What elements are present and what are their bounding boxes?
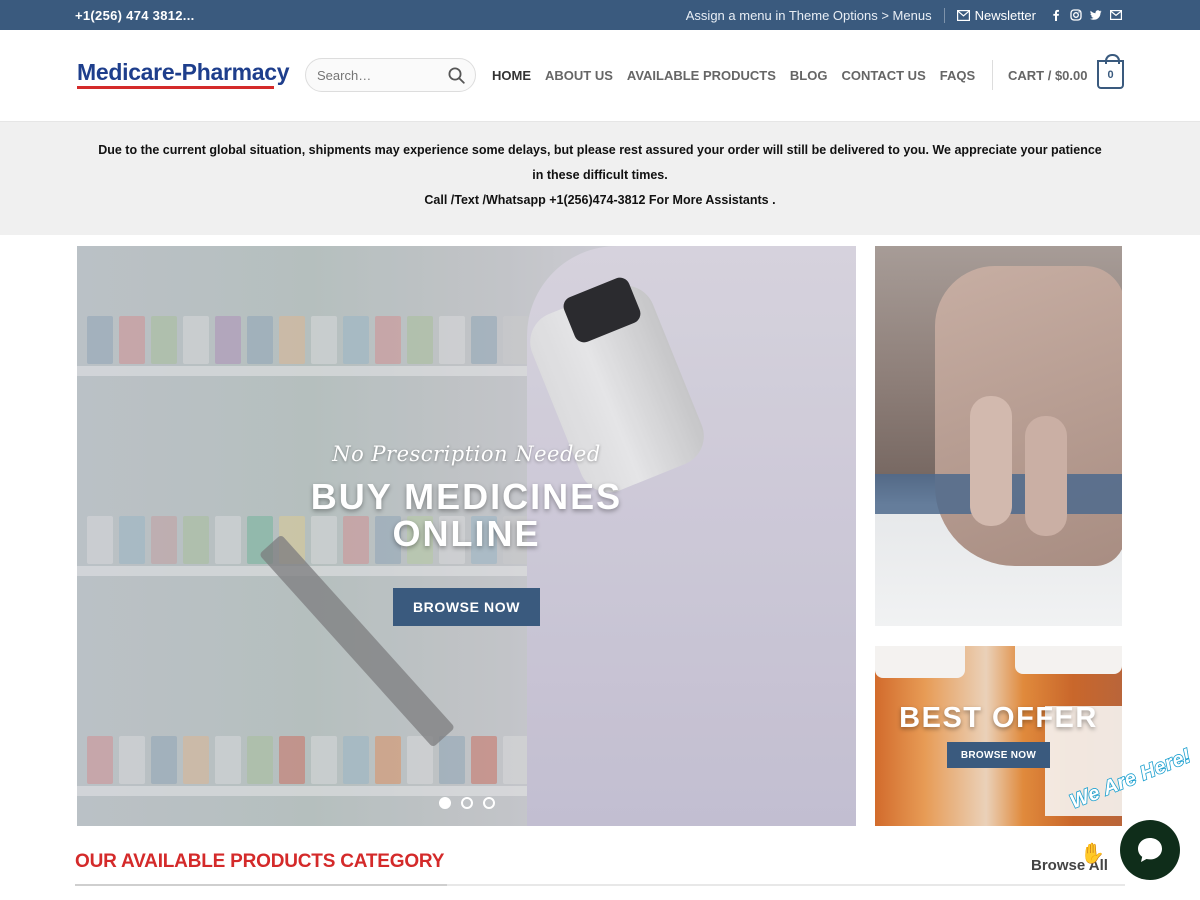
site-header: Medicare-Pharmacy HOME ABOUT US AVAILABL… (0, 30, 1200, 120)
slider-dots (439, 797, 495, 809)
banner-bottle-cap (1015, 646, 1122, 674)
banner-finger (970, 396, 1012, 526)
notice-contact: Call /Text /Whatsapp +1(256)474-3812 For… (424, 193, 776, 207)
slider-dot-2[interactable] (461, 797, 473, 809)
nav-faqs[interactable]: FAQS (940, 68, 975, 83)
twitter-icon[interactable] (1090, 9, 1102, 21)
hero-headline: BUY MEDICINES ONLINE (77, 478, 856, 552)
nav-divider (992, 60, 993, 90)
envelope-icon (956, 9, 970, 21)
search-icon[interactable] (448, 67, 465, 84)
banner-bottle-cap (875, 646, 965, 678)
logo-underline (77, 86, 274, 89)
main-nav: HOME ABOUT US AVAILABLE PRODUCTS BLOG CO… (492, 68, 975, 83)
social-links (1050, 9, 1122, 21)
email-icon[interactable] (1110, 9, 1122, 21)
newsletter-link[interactable]: Newsletter (956, 7, 1036, 23)
theme-menu-note: Assign a menu in Theme Options > Menus (686, 7, 945, 23)
best-offer-browse-button[interactable]: BROWSE NOW (947, 742, 1050, 768)
section-title: OUR AVAILABLE PRODUCTS CATEGORY (75, 851, 445, 872)
nav-home[interactable]: HOME (492, 68, 531, 83)
nav-contact-us[interactable]: CONTACT US (841, 68, 925, 83)
logo-text: Medicare-Pharmacy (77, 59, 290, 85)
top-bar: +1(256) 474 3812... Assign a menu in The… (0, 0, 1200, 30)
section-divider (75, 884, 1125, 886)
section-divider-accent (75, 884, 447, 886)
waving-hand-icon: ✋ (1080, 843, 1105, 865)
nav-blog[interactable]: BLOG (790, 68, 828, 83)
side-banner-image[interactable] (875, 246, 1122, 626)
hero-slider[interactable]: No Prescription Needed BUY MEDICINES ONL… (77, 246, 856, 826)
slider-dot-1[interactable] (439, 797, 451, 809)
best-offer-title: BEST OFFER (899, 702, 1098, 734)
search-input[interactable] (306, 59, 436, 91)
hero-browse-button[interactable]: BROWSE NOW (393, 588, 540, 626)
header-phone[interactable]: +1(256) 474 3812... (75, 8, 195, 23)
newsletter-label: Newsletter (974, 7, 1036, 23)
hero-headline-line2: ONLINE (392, 513, 541, 554)
nav-about-us[interactable]: ABOUT US (545, 68, 613, 83)
chat-icon (1138, 838, 1162, 862)
cart-count-badge[interactable]: 0 (1097, 54, 1124, 89)
notice-text: Due to the current global situation, shi… (98, 143, 1102, 182)
hero-kicker: No Prescription Needed (332, 442, 601, 466)
hero-headline-line1: BUY MEDICINES (310, 476, 623, 517)
cart-link[interactable]: CART / $0.00 (1008, 68, 1087, 83)
facebook-icon[interactable] (1050, 9, 1062, 21)
banner-finger (1025, 416, 1067, 536)
slider-dot-3[interactable] (483, 797, 495, 809)
instagram-icon[interactable] (1070, 9, 1082, 21)
site-logo[interactable]: Medicare-Pharmacy (77, 58, 290, 92)
nav-available-products[interactable]: AVAILABLE PRODUCTS (627, 68, 776, 83)
top-bar-right: Assign a menu in Theme Options > Menus N… (686, 0, 1122, 30)
search-box (305, 58, 476, 92)
shipping-notice: Due to the current global situation, shi… (0, 121, 1200, 235)
chat-button[interactable] (1120, 820, 1180, 880)
